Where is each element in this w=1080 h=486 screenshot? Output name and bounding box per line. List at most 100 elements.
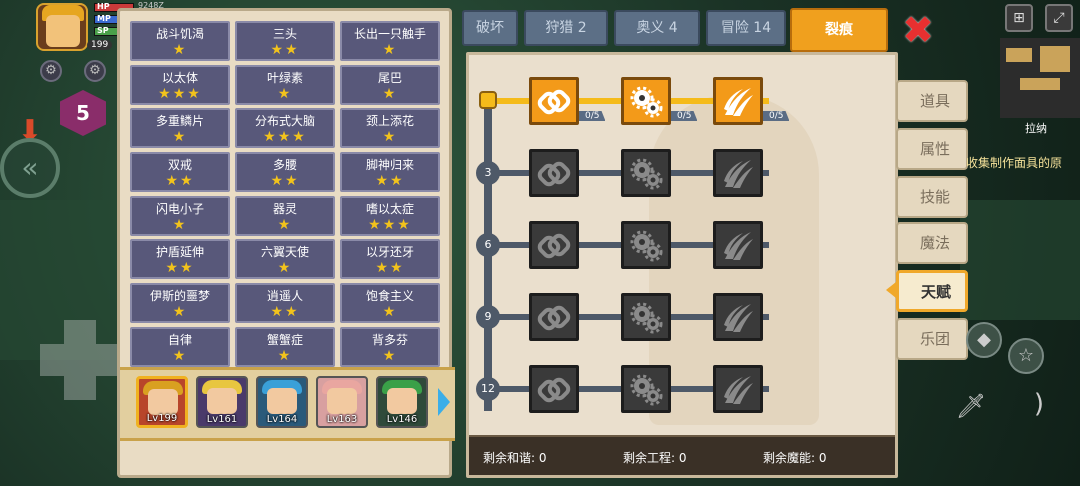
side-tab-skills[interactable]: 技能	[896, 176, 968, 218]
hero-portrait[interactable]: Lv163	[316, 376, 368, 428]
talent-stars: ★	[172, 304, 188, 321]
skill-node[interactable]	[621, 293, 671, 341]
talent-name: 战斗饥渴	[155, 27, 204, 41]
bow-icon[interactable]: )	[1016, 384, 1062, 430]
skill-node[interactable]	[529, 149, 579, 197]
skill-node[interactable]	[713, 293, 763, 341]
side-tab-talent[interactable]: 天赋	[896, 270, 968, 312]
skill-node[interactable]	[621, 149, 671, 197]
talent-card[interactable]: 护盾延伸 ★★	[130, 239, 230, 280]
tab-hunt[interactable]: 狩猎 2	[524, 10, 608, 46]
tab-destroy[interactable]: 破坏	[462, 10, 518, 46]
talent-card[interactable]: 分布式大脑 ★★★	[235, 108, 335, 149]
skill-node-count: 0/5	[579, 111, 606, 121]
side-tab-band[interactable]: 乐团	[896, 318, 968, 360]
hero-level: Lv161	[206, 414, 238, 425]
close-icon[interactable]: ✖	[899, 11, 937, 50]
talent-card[interactable]: 嗜以太症 ★★★	[340, 195, 440, 236]
talent-card[interactable]: 颈上添花 ★	[340, 108, 440, 149]
talent-name: 以牙还牙	[365, 245, 414, 260]
talent-name: 蟹蟹症	[266, 332, 303, 347]
side-tab-magic[interactable]: 魔法	[896, 222, 968, 264]
talent-stars: ★	[382, 85, 398, 102]
talent-card[interactable]: 以牙还牙 ★★	[340, 239, 440, 280]
skill-node[interactable]	[713, 365, 763, 413]
skill-node[interactable]	[529, 365, 579, 413]
tab-mystery[interactable]: 奥义 4	[614, 10, 700, 46]
talent-card[interactable]: 闪电小子 ★	[130, 195, 230, 236]
skill-node[interactable]	[713, 149, 763, 197]
tab-rift[interactable]: 裂痕	[790, 8, 888, 52]
talent-card[interactable]: 饱食主义 ★	[340, 283, 440, 324]
buff-gear-icon[interactable]: ⚙	[84, 60, 106, 82]
hero-portrait[interactable]: Lv199	[136, 376, 188, 428]
talent-card[interactable]: 长出一只触手 ★	[340, 21, 440, 61]
hero-portrait[interactable]: Lv161	[196, 376, 248, 428]
talent-name: 逍遥人	[266, 289, 303, 304]
skill-node[interactable]	[621, 365, 671, 413]
settings-gear-icon[interactable]: ⚙	[40, 60, 62, 82]
quest-hint-text: 收集制作面具的原	[966, 156, 1063, 170]
minimap-location-label: 拉纳	[1025, 122, 1047, 135]
talent-card[interactable]: 自律 ★	[130, 326, 230, 367]
talent-card[interactable]: 逍遥人 ★★	[235, 283, 335, 324]
talent-stars: ★	[172, 216, 188, 233]
hero-selector-bar: Lv199 Lv161 Lv164 Lv163 Lv146	[120, 367, 455, 441]
skill-node-count: 0/5	[763, 111, 790, 121]
talent-card[interactable]: 脚神归来 ★★	[340, 152, 440, 193]
network-icon[interactable]: ⊞	[1005, 4, 1033, 32]
back-chevron-button[interactable]: «	[0, 138, 60, 198]
skill-node[interactable]	[713, 221, 763, 269]
talent-stars: ★★	[375, 260, 405, 277]
talent-stars: ★★★	[158, 85, 202, 102]
talent-card[interactable]: 战斗饥渴 ★	[130, 21, 230, 61]
hero-portrait[interactable]: Lv146	[376, 376, 428, 428]
skill-node[interactable]	[529, 77, 579, 125]
player-avatar[interactable]	[36, 3, 88, 51]
skill-node[interactable]	[713, 77, 763, 125]
talent-stars: ★★★	[263, 129, 307, 146]
talent-card[interactable]: 双戒 ★★	[130, 152, 230, 193]
talent-card[interactable]: 伊斯的噩梦 ★	[130, 283, 230, 324]
talent-stars: ★★	[165, 173, 195, 190]
skill-node[interactable]	[529, 221, 579, 269]
talent-card[interactable]: 蟹蟹症 ★	[235, 326, 335, 367]
talent-card[interactable]: 尾巴 ★	[340, 64, 440, 105]
talent-card[interactable]: 六翼天使 ★	[235, 239, 335, 280]
talent-card[interactable]: 三头 ★★	[235, 21, 335, 61]
tree-row-level: 3	[476, 161, 500, 185]
talent-name: 脚神归来	[365, 158, 414, 173]
talent-grid: 战斗饥渴 ★ 三头 ★★ 长出一只触手 ★ 以太体 ★★★ 叶绿素 ★ 尾巴 ★ 多重鳞片 ★ 分布式大脑 ★…	[130, 21, 440, 371]
hero-portrait[interactable]: Lv164	[256, 376, 308, 428]
skill-node[interactable]	[529, 293, 579, 341]
category-tabs: 破坏 狩猎 2 奥义 4 冒险 14 裂痕	[462, 8, 896, 52]
talent-stars: ★	[172, 347, 188, 364]
talent-card[interactable]: 多腰 ★★	[235, 152, 335, 193]
talent-card[interactable]: 器灵 ★	[235, 195, 335, 236]
sword-icon[interactable]: 🗡	[948, 386, 994, 432]
talent-stars: ★★	[165, 260, 195, 277]
tab-adventure[interactable]: 冒险 14	[706, 10, 786, 46]
hero-level: Lv163	[326, 414, 358, 425]
minimap[interactable]	[1000, 38, 1080, 118]
talent-card[interactable]: 多重鳞片 ★	[130, 108, 230, 149]
player-level: 199	[87, 40, 113, 50]
side-tab-items[interactable]: 道具	[896, 80, 968, 122]
talent-card[interactable]: 叶绿素 ★	[235, 64, 335, 105]
talent-stars: ★★	[270, 173, 300, 190]
compass-button[interactable]: ◆	[966, 322, 1002, 358]
talent-name: 背多芬	[371, 332, 408, 347]
star-button[interactable]: ☆	[1008, 338, 1044, 374]
talent-card[interactable]: 以太体 ★★★	[130, 64, 230, 105]
talent-stars: ★	[172, 42, 188, 58]
talent-card[interactable]: 背多芬 ★	[340, 326, 440, 367]
talent-name: 双戒	[167, 158, 192, 173]
side-menu-pointer-icon	[886, 282, 896, 298]
skill-node[interactable]	[621, 221, 671, 269]
talent-stars: ★★	[270, 42, 300, 58]
side-tab-attributes[interactable]: 属性	[896, 128, 968, 170]
expand-icon[interactable]: ⤢	[1045, 4, 1073, 32]
hero-next-arrow-icon[interactable]	[438, 388, 450, 416]
tree-row-level: 6	[476, 233, 500, 257]
skill-node[interactable]	[621, 77, 671, 125]
